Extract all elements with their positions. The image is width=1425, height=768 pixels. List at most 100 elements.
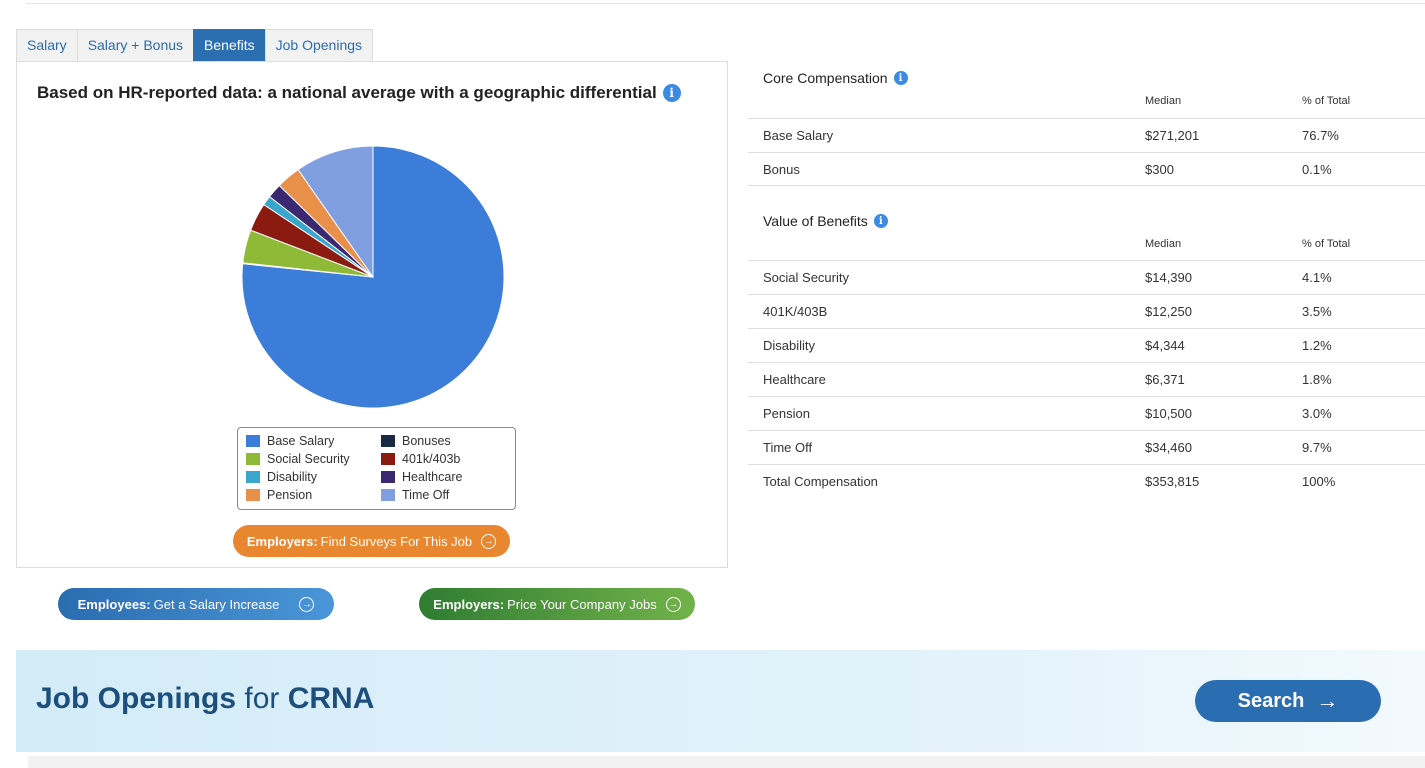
legend-swatch: [381, 471, 395, 483]
top-divider: [26, 3, 1425, 4]
table-row: Base Salary $271,201 76.7%: [748, 118, 1425, 152]
benefits-chart-panel: Based on HR-reported data: a national av…: [16, 61, 728, 568]
chart-legend: Base Salary Bonuses Social Security 401k/40…: [237, 427, 516, 510]
row-label: Pension: [763, 406, 810, 421]
table-row: Time Off $34,460 9.7%: [748, 430, 1425, 464]
row-percent: 100%: [1302, 474, 1336, 489]
legend-item: Bonuses: [381, 433, 501, 449]
table-row: Bonus $300 0.1%: [748, 152, 1425, 186]
row-label: Total Compensation: [763, 474, 878, 489]
legend-swatch: [246, 453, 260, 465]
legend-label: Social Security: [267, 452, 350, 466]
legend-item: Time Off: [381, 487, 501, 503]
legend-label: Bonuses: [402, 434, 451, 448]
column-header-median: Median: [1145, 238, 1182, 250]
table-row: Disability $4,344 1.2%: [748, 328, 1425, 362]
info-icon[interactable]: i: [873, 214, 888, 228]
legend-item: 401k/403b: [381, 451, 501, 467]
legend-item: Disability: [246, 469, 381, 485]
banner-title: Job Openings for CRNA: [36, 682, 374, 716]
row-median: $34,460: [1145, 440, 1192, 455]
button-label: Get a Salary Increase: [153, 596, 280, 612]
button-label: Price Your Company Jobs: [507, 596, 657, 612]
value-of-benefits-title: Value of Benefits i: [763, 213, 888, 229]
tab-benefits[interactable]: Benefits: [193, 29, 265, 62]
row-percent: 0.1%: [1302, 162, 1332, 177]
arrow-right-circle-icon: →: [665, 596, 681, 612]
row-percent: 1.8%: [1302, 372, 1332, 387]
legend-label: Disability: [267, 470, 318, 484]
column-header-percent: % of Total: [1302, 238, 1351, 250]
employers-price-jobs-button[interactable]: Employers: Price Your Company Jobs →: [419, 588, 695, 620]
table-row: Pension $10,500 3.0%: [748, 396, 1425, 430]
row-label: Time Off: [763, 440, 813, 455]
legend-swatch: [246, 471, 260, 483]
row-percent: 1.2%: [1302, 338, 1332, 353]
row-median: $300: [1145, 162, 1174, 177]
arrow-right-circle-icon: →: [299, 596, 315, 612]
row-label: Social Security: [763, 270, 849, 285]
info-icon[interactable]: i: [662, 84, 681, 102]
legend-item: Social Security: [246, 451, 381, 467]
legend-swatch: [381, 489, 395, 501]
bottom-strip: [28, 756, 1425, 768]
info-icon[interactable]: i: [893, 71, 908, 85]
employees-salary-increase-button[interactable]: Employees: Get a Salary Increase →: [58, 588, 334, 620]
arrow-right-icon: →: [1316, 688, 1339, 713]
core-compensation-table: Core Compensation i Median % of Total Ba…: [748, 68, 1425, 188]
core-compensation-title: Core Compensation i: [763, 70, 908, 86]
legend-item: Healthcare: [381, 469, 501, 485]
button-label: Find Surveys For This Job: [320, 533, 473, 549]
banner-title-job: CRNA: [287, 682, 375, 715]
section-title-text: Value of Benefits: [763, 213, 868, 229]
row-percent: 3.0%: [1302, 406, 1332, 421]
benefits-pie-chart: [241, 145, 505, 409]
legend-label: Time Off: [402, 488, 450, 502]
column-header-percent: % of Total: [1302, 95, 1351, 107]
legend-item: Base Salary: [246, 433, 381, 449]
row-label: 401K/403B: [763, 304, 828, 319]
row-label: Healthcare: [763, 372, 826, 387]
legend-label: 401k/403b: [402, 452, 461, 466]
table-row: 401K/403B $12,250 3.5%: [748, 294, 1425, 328]
button-strong-label: Employees:: [77, 596, 151, 612]
legend-swatch: [246, 435, 260, 447]
row-median: $6,371: [1145, 372, 1185, 387]
value-of-benefits-table: Value of Benefits i Median % of Total So…: [748, 211, 1425, 501]
row-label: Base Salary: [763, 128, 834, 143]
button-strong-label: Employers:: [246, 533, 318, 549]
legend-item: Pension: [246, 487, 381, 503]
tab-salary-bonus[interactable]: Salary + Bonus: [76, 29, 194, 62]
legend-label: Pension: [267, 488, 313, 502]
row-median: $14,390: [1145, 270, 1192, 285]
chart-heading-text: Based on HR-reported data: a national av…: [37, 83, 657, 102]
employers-find-surveys-button[interactable]: Employers: Find Surveys For This Job →: [233, 525, 510, 557]
row-label: Disability: [763, 338, 816, 353]
row-percent: 76.7%: [1302, 128, 1339, 143]
legend-label: Base Salary: [267, 434, 335, 448]
column-header-median: Median: [1145, 95, 1182, 107]
section-title-text: Core Compensation: [763, 70, 888, 86]
legend-swatch: [381, 453, 395, 465]
arrow-right-circle-icon: →: [481, 533, 497, 549]
tab-job-openings[interactable]: Job Openings: [264, 29, 374, 62]
tab-salary[interactable]: Salary: [16, 29, 77, 62]
table-row: Social Security $14,390 4.1%: [748, 260, 1425, 294]
button-strong-label: Employers:: [433, 596, 505, 612]
row-median: $10,500: [1145, 406, 1192, 421]
table-row: Total Compensation $353,815 100%: [748, 464, 1425, 498]
tab-bar: Salary Salary + Bonus Benefits Job Openi…: [16, 29, 374, 62]
chart-heading: Based on HR-reported data: a national av…: [37, 83, 681, 103]
row-median: $4,344: [1145, 338, 1185, 353]
legend-swatch: [381, 435, 395, 447]
row-median: $271,201: [1145, 128, 1200, 143]
banner-title-for: for: [244, 682, 280, 715]
search-button-label: Search: [1237, 689, 1305, 712]
search-button[interactable]: Search →: [1195, 680, 1381, 722]
row-label: Bonus: [763, 162, 800, 177]
row-percent: 4.1%: [1302, 270, 1332, 285]
legend-label: Healthcare: [402, 470, 463, 484]
job-openings-banner: Job Openings for CRNA Search →: [16, 650, 1425, 752]
row-median: $353,815: [1145, 474, 1200, 489]
table-row: Healthcare $6,371 1.8%: [748, 362, 1425, 396]
